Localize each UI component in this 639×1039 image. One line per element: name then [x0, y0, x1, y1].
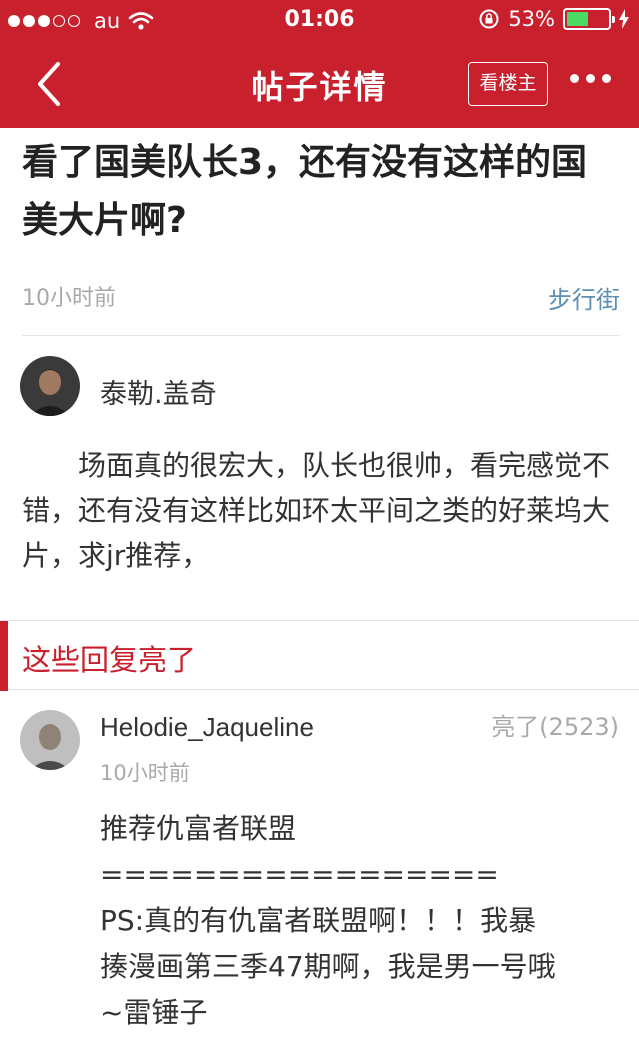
board-link[interactable]: 步行街 — [548, 280, 620, 315]
section-accent-bar — [0, 621, 8, 691]
more-options-icon[interactable] — [570, 74, 611, 83]
status-bar: au 01:06 53% — [0, 0, 639, 40]
divider — [22, 335, 620, 336]
reply-line: ================= — [100, 858, 499, 891]
reply-line: 推荐仇富者联盟 — [100, 812, 297, 845]
light-count-button[interactable]: 亮了(2523) — [491, 707, 619, 742]
post-meta: 10小时前 步行街 — [22, 280, 620, 315]
post-title: 看了国美队长3，还有没有这样的国美大片啊? — [22, 142, 588, 241]
reply-avatar[interactable] — [20, 710, 80, 770]
reply-line: PS:真的有仇富者联盟啊！！！我暴 — [100, 904, 537, 937]
battery-percent: 53% — [508, 7, 555, 31]
hot-replies-header: 这些回复亮了 — [0, 620, 639, 691]
reply-author-name[interactable]: Helodie_Jaqueline — [100, 712, 314, 743]
reply-time: 10小时前 — [100, 761, 190, 785]
reply-line: 揍漫画第三季47期啊，我是男一号哦 — [100, 950, 556, 983]
author-name[interactable]: 泰勒.盖奇 — [100, 372, 217, 411]
author-avatar[interactable] — [20, 356, 80, 416]
nav-bar: 帖子详情 看楼主 — [0, 40, 639, 128]
view-op-button[interactable]: 看楼主 — [468, 62, 548, 106]
reply-body: 推荐仇富者联盟 ================= PS:真的有仇富者联盟啊！！… — [100, 806, 628, 1036]
battery-icon — [563, 8, 615, 30]
top-bar: au 01:06 53% 帖子详情 看楼主 — [0, 0, 639, 128]
rotation-lock-icon — [479, 9, 499, 29]
post-body: 场面真的很宏大，队长也很帅，看完感觉不错，还有没有这样比如环太平间之类的好莱坞大… — [22, 449, 611, 572]
section-title: 这些回复亮了 — [22, 643, 197, 677]
charging-icon — [619, 9, 629, 29]
battery-fill — [567, 12, 589, 26]
reply-line: ~雷锤子 — [100, 996, 208, 1029]
status-right: 53% — [478, 7, 629, 31]
post-time: 10小时前 — [22, 286, 116, 311]
